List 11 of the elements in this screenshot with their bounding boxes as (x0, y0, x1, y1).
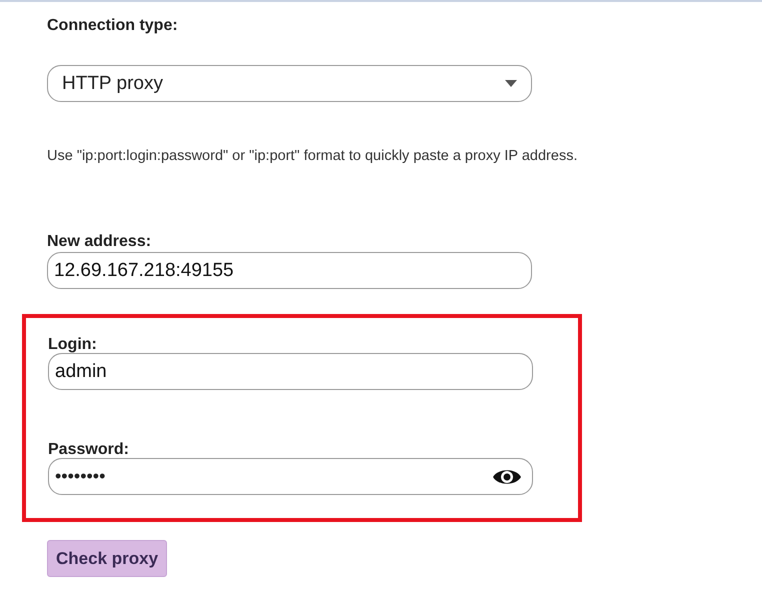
field-label: Password: (48, 440, 130, 460)
password-field[interactable]: •••••••• (48, 458, 533, 495)
address-field[interactable]: 12.69.167.218:49155 (47, 252, 532, 289)
field-label: New address: (47, 232, 152, 252)
field-label: Connection type: (47, 16, 179, 36)
connection-type-dropdown[interactable]: HTTP proxy (47, 65, 532, 102)
caret-icon (505, 80, 517, 87)
field-label: Login: (48, 335, 98, 355)
hint-text: Use "ip:port:login:password" or "ip:port" format to quickly paste a proxy IP address. (47, 148, 578, 164)
check-proxy-button[interactable]: Check proxy (47, 540, 168, 577)
login-field[interactable]: admin (48, 353, 533, 390)
